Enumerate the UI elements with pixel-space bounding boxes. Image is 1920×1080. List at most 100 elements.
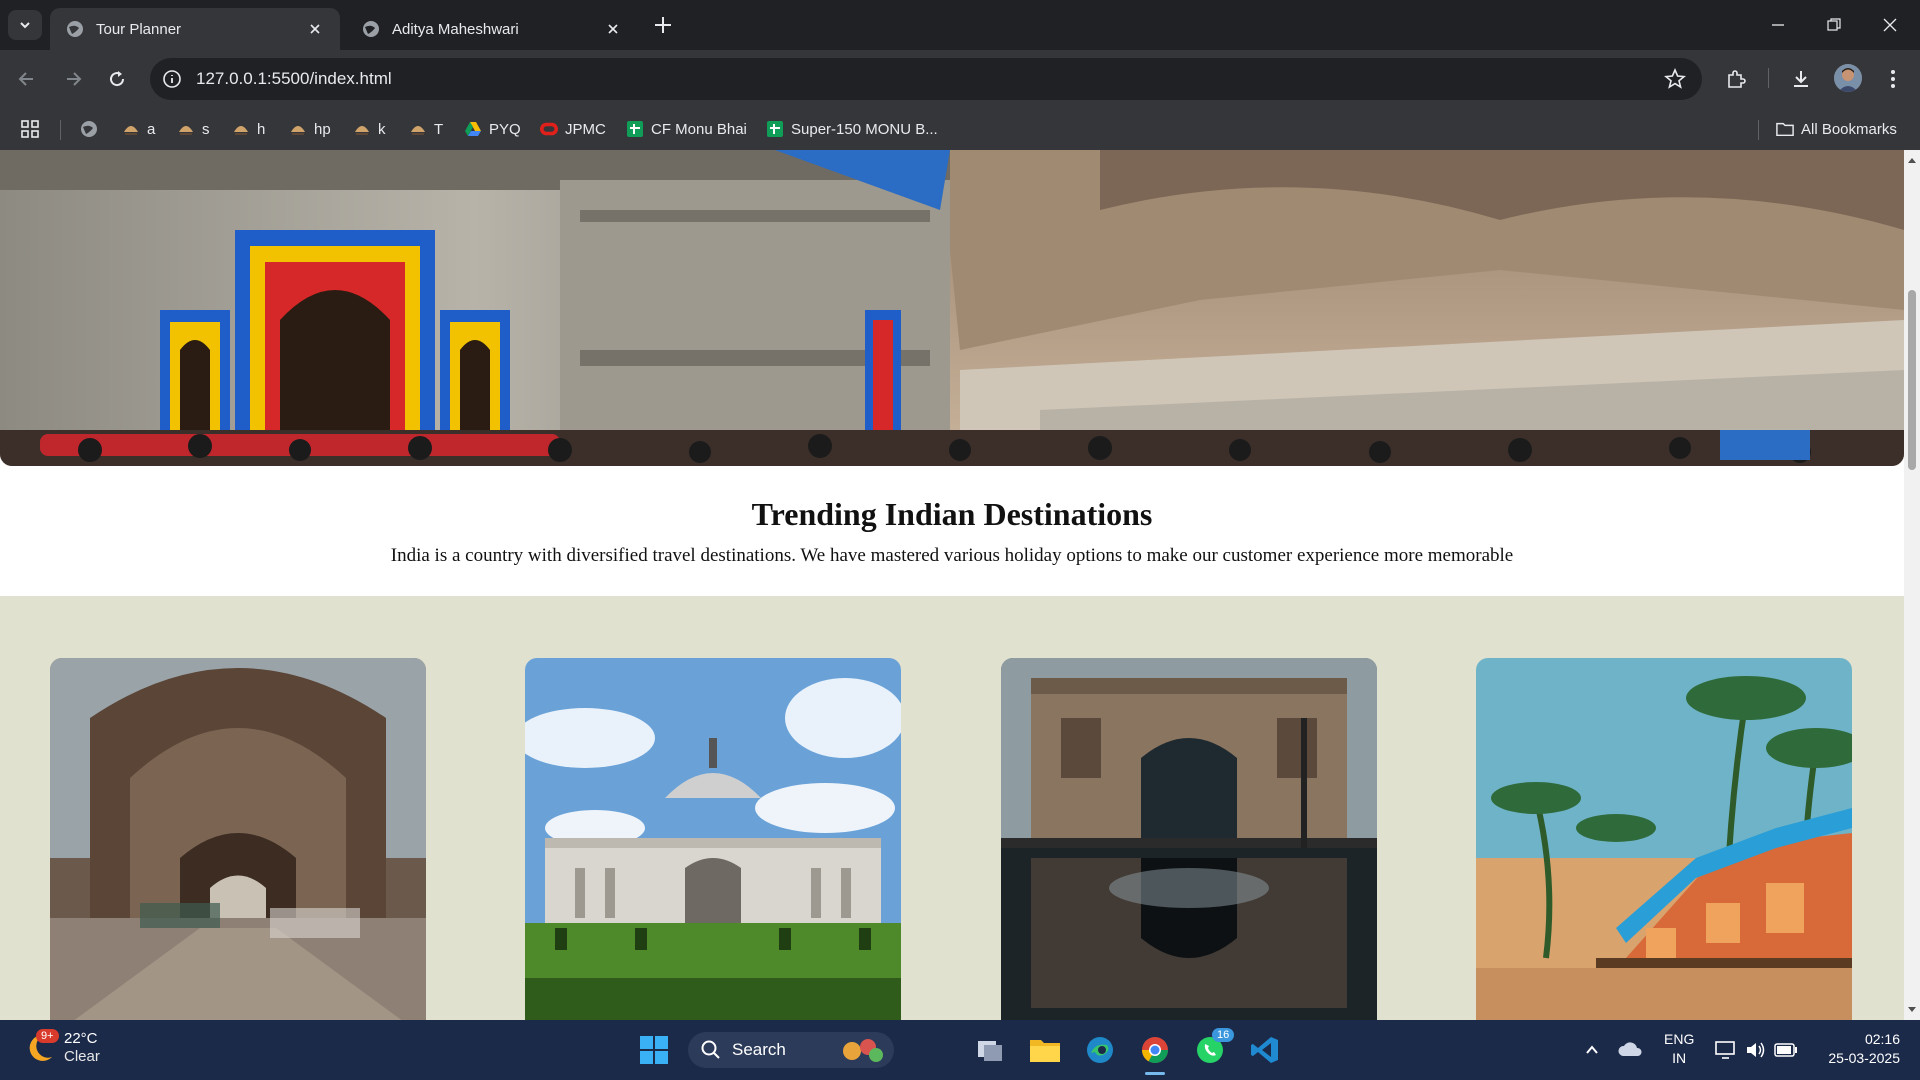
bookmark-hp[interactable]: hp xyxy=(289,116,331,142)
back-icon[interactable] xyxy=(12,64,42,94)
download-icon[interactable] xyxy=(1786,64,1816,94)
tab-search-button[interactable] xyxy=(8,10,42,40)
hero-temple-image xyxy=(0,150,1904,466)
new-tab-plus-icon[interactable] xyxy=(652,14,674,36)
section-heading: Trending Indian Destinations xyxy=(751,496,1153,532)
bookmark-globe[interactable] xyxy=(80,116,105,142)
browser-toolbar: 127.0.0.1:5500/index.html xyxy=(0,50,1920,108)
bookmark-star-icon[interactable] xyxy=(1664,68,1686,90)
bookmark-label: h xyxy=(257,120,266,138)
reload-icon[interactable] xyxy=(102,64,132,94)
file-explorer-icon[interactable] xyxy=(1027,1032,1063,1068)
show-hidden-icons-chevron-icon[interactable] xyxy=(1574,1032,1610,1068)
bookmark-label: Super-150 MONU B... xyxy=(791,120,938,138)
language-indicator[interactable]: ENG IN xyxy=(1664,1030,1694,1068)
whatsapp-icon[interactable]: 16 xyxy=(1192,1028,1235,1068)
globe-icon xyxy=(80,120,98,138)
section-description: India is a country with diversified trav… xyxy=(390,545,1514,566)
search-highlight-icon xyxy=(843,1039,883,1062)
forward-icon[interactable] xyxy=(58,64,88,94)
bookmark-label: a xyxy=(147,120,156,138)
site-info-icon[interactable] xyxy=(162,69,182,89)
bookmark-cf-monu-bhai[interactable]: CF Monu Bhai xyxy=(626,116,747,142)
google-drive-icon xyxy=(464,120,482,138)
all-bookmarks-label: All Bookmarks xyxy=(1801,120,1897,138)
search-label: Search xyxy=(732,1040,786,1059)
all-bookmarks-button[interactable]: All Bookmarks xyxy=(1776,116,1897,142)
tab-title: Aditya Maheshwari xyxy=(392,20,519,38)
scrollbar-thumb[interactable] xyxy=(1908,290,1916,470)
destination-cards-section xyxy=(0,596,1904,1020)
whatsapp-badge: 16 xyxy=(1212,1028,1235,1042)
search-icon xyxy=(701,1040,720,1059)
weather-badge: 9+ xyxy=(36,1029,59,1043)
bookmark-a[interactable]: a xyxy=(122,116,155,142)
toolbar-divider xyxy=(1768,68,1769,88)
bookmark-label: JPMC xyxy=(565,120,606,138)
destination-card-rumi-darwaza[interactable] xyxy=(50,658,426,1020)
bookmark-super-150[interactable]: Super-150 MONU B... xyxy=(766,116,938,142)
codechef-icon xyxy=(177,120,195,138)
bookmarks-divider xyxy=(1758,120,1759,140)
codechef-icon xyxy=(232,120,250,138)
clock-time: 02:16 xyxy=(1864,1031,1900,1047)
tab-strip: Tour Planner Aditya Maheshwari xyxy=(0,0,1920,50)
menu-kebab-icon[interactable] xyxy=(1878,64,1908,94)
codechef-icon xyxy=(353,120,371,138)
bookmark-label: k xyxy=(378,120,386,138)
tab-tour-planner[interactable]: Tour Planner xyxy=(50,8,340,50)
restore-icon[interactable] xyxy=(1816,10,1852,40)
region-code: IN xyxy=(1672,1050,1687,1066)
onedrive-icon[interactable] xyxy=(1612,1032,1648,1068)
close-window-icon[interactable] xyxy=(1872,10,1908,40)
tab-aditya-maheshwari[interactable]: Aditya Maheshwari xyxy=(346,8,638,50)
bookmark-s[interactable]: s xyxy=(177,116,210,142)
codechef-icon xyxy=(122,120,140,138)
web-page: Trending Indian Destinations India is a … xyxy=(0,150,1904,1020)
bookmark-t[interactable]: T xyxy=(409,116,443,142)
extensions-icon[interactable] xyxy=(1721,64,1751,94)
address-bar[interactable]: 127.0.0.1:5500/index.html xyxy=(150,58,1702,100)
clock[interactable]: 02:16 25-03-2025 xyxy=(1818,1030,1900,1068)
bookmark-jpmc[interactable]: JPMC xyxy=(540,116,606,142)
vscode-icon[interactable] xyxy=(1247,1032,1283,1068)
minimize-icon[interactable] xyxy=(1760,10,1796,40)
bookmark-h[interactable]: h xyxy=(232,116,265,142)
bookmarks-bar: a s h hp k T PYQ JPMC CF Monu Bhai Super… xyxy=(0,108,1920,150)
tab-title: Tour Planner xyxy=(96,20,182,38)
chrome-browser-icon[interactable] xyxy=(1137,1032,1173,1075)
weather-temperature: 22°C xyxy=(64,1030,98,1047)
codechef-icon xyxy=(409,120,427,138)
close-tab-icon[interactable] xyxy=(306,20,324,38)
destination-card-beach-huts[interactable] xyxy=(1476,658,1852,1020)
chevron-down-icon xyxy=(20,22,30,29)
close-tab-icon[interactable] xyxy=(604,20,622,38)
windows-start-icon[interactable] xyxy=(636,1032,672,1068)
weather-widget[interactable]: 9+ 22°C Clear xyxy=(22,1029,100,1066)
globe-icon xyxy=(67,21,83,37)
folder-icon xyxy=(1776,120,1794,138)
bookmark-pyq[interactable]: PYQ xyxy=(464,116,521,142)
profile-avatar[interactable] xyxy=(1834,64,1862,92)
clock-date: 25-03-2025 xyxy=(1828,1050,1900,1066)
sheets-icon xyxy=(626,120,644,138)
taskbar-search-box[interactable]: Search xyxy=(688,1032,894,1068)
bookmark-label: s xyxy=(202,120,210,138)
battery-icon[interactable] xyxy=(1768,1032,1804,1068)
page-scrollbar[interactable] xyxy=(1904,150,1920,1020)
scroll-up-arrow-icon[interactable] xyxy=(1907,156,1917,166)
bookmark-k[interactable]: k xyxy=(353,116,386,142)
edge-browser-icon[interactable] xyxy=(1082,1032,1118,1068)
destination-card-victoria-memorial[interactable] xyxy=(525,658,901,1020)
oracle-icon xyxy=(540,120,558,138)
codechef-icon xyxy=(289,120,307,138)
windows-taskbar: 9+ 22°C Clear Search 16 ENG IN 02:16 25-… xyxy=(0,1020,1920,1080)
destination-card-gateway-of-india[interactable] xyxy=(1001,658,1377,1020)
bookmark-label: CF Monu Bhai xyxy=(651,120,747,138)
weather-condition: Clear xyxy=(64,1048,100,1065)
apps-grid-icon[interactable] xyxy=(20,116,40,142)
scroll-down-arrow-icon[interactable] xyxy=(1907,1004,1917,1014)
bookmark-label: T xyxy=(434,120,444,138)
globe-icon xyxy=(363,21,379,37)
task-view-icon[interactable] xyxy=(972,1032,1008,1068)
